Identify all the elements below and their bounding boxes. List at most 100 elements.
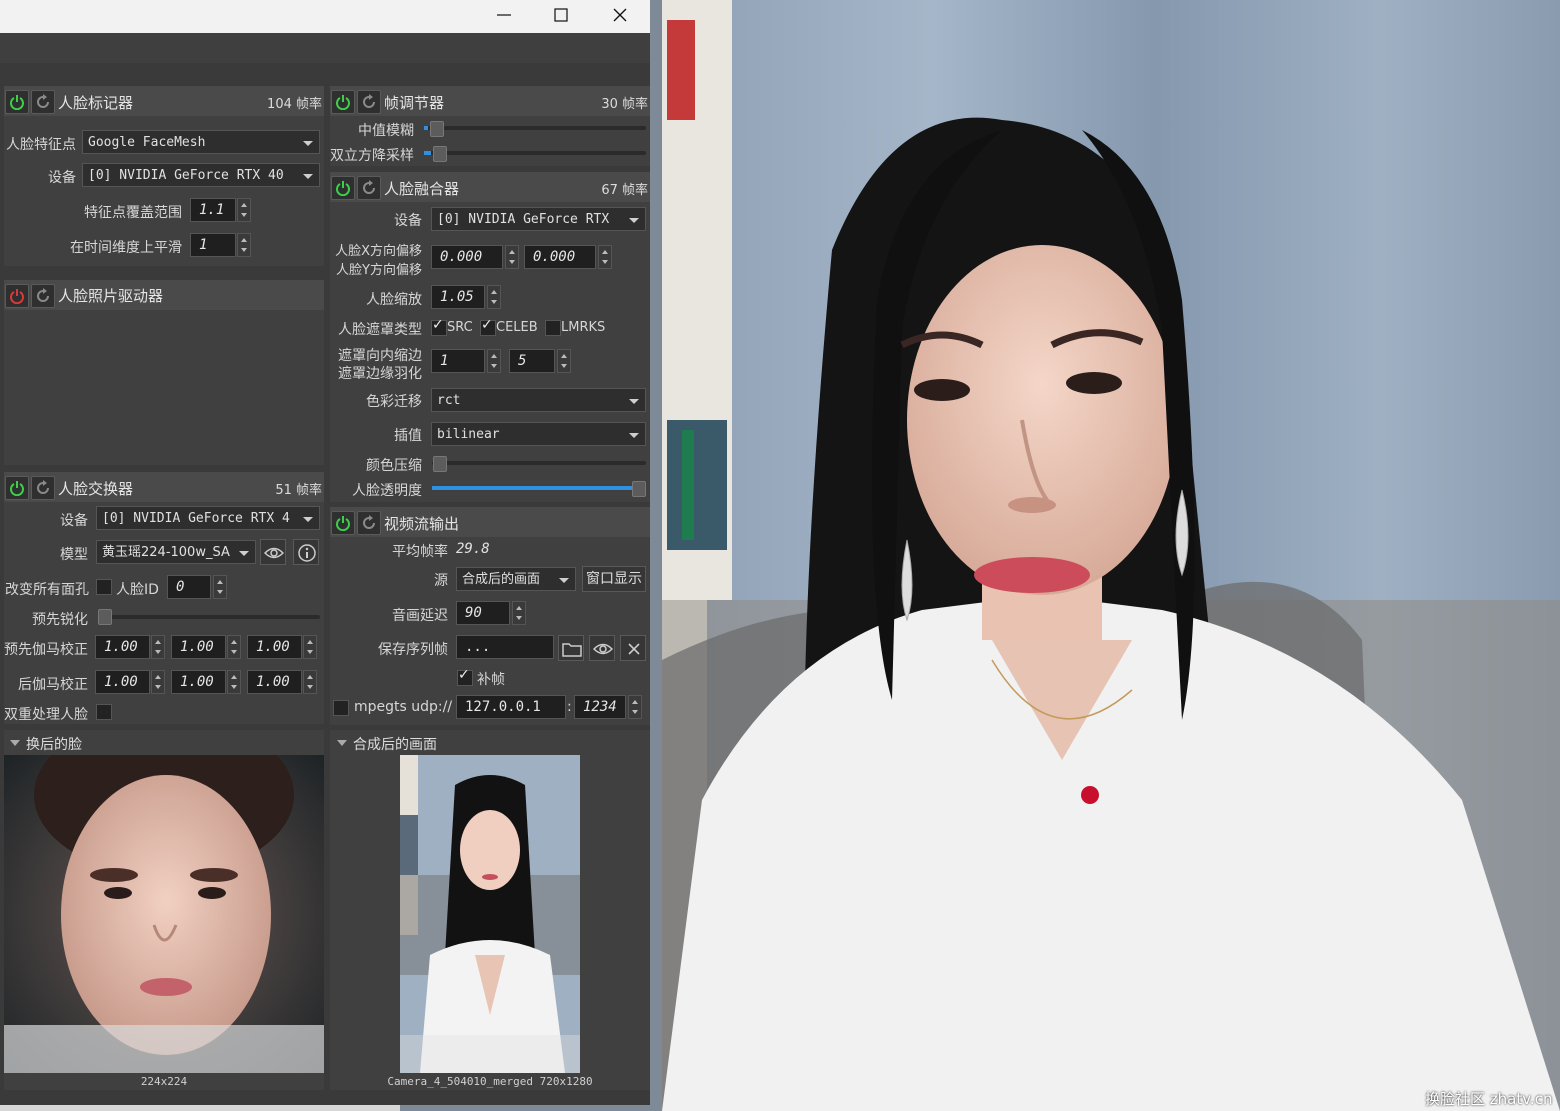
minimize-icon <box>497 14 511 16</box>
pregamma-g-arrows[interactable] <box>227 635 241 659</box>
landmarker-fps: 104 帧率 <box>267 97 322 112</box>
port-spinbox[interactable]: 1234 <box>574 695 626 719</box>
opacity-slider-handle[interactable] <box>632 481 646 497</box>
yoffset-label: 人脸Y方向偏移 <box>336 263 422 278</box>
twopass-checkbox[interactable] <box>96 704 112 720</box>
merger-reset-button[interactable] <box>357 176 381 200</box>
animator-power-button[interactable] <box>5 284 29 308</box>
postgamma-g-arrows[interactable] <box>227 670 241 694</box>
window-display-button[interactable]: 窗口显示 <box>582 566 646 592</box>
landmarker-device-select[interactable]: [0] NVIDIA GeForce RTX 40 <box>82 163 320 187</box>
frame-adjuster-power-button[interactable] <box>331 90 355 114</box>
mask-celeb-checkbox[interactable] <box>480 317 496 336</box>
color-transfer-select[interactable]: rct <box>431 388 646 412</box>
merger-power-button[interactable] <box>331 176 355 200</box>
model-info-button[interactable] <box>293 539 319 565</box>
mask-src-checkbox[interactable] <box>431 317 447 336</box>
collapse-icon[interactable] <box>10 740 20 746</box>
power-icon <box>10 289 24 304</box>
pregamma-r-spinbox[interactable]: 1.00 <box>95 635 150 659</box>
power-icon <box>10 481 24 496</box>
compress-label: 颜色压缩 <box>366 458 422 474</box>
postgamma-r-arrows[interactable] <box>151 670 165 694</box>
fill-frames-label: 补帧 <box>477 672 505 688</box>
postgamma-r-spinbox[interactable]: 1.00 <box>95 670 150 694</box>
blur-spin-arrows[interactable] <box>557 349 571 373</box>
bicubic-slider-fill <box>424 151 431 155</box>
pregamma-g-spinbox[interactable]: 1.00 <box>171 635 226 659</box>
frame-adjuster-reset-button[interactable] <box>357 90 381 114</box>
bicubic-slider-track[interactable] <box>424 151 646 155</box>
smooth-spinbox[interactable]: 1 <box>190 233 236 257</box>
swapper-device-select[interactable]: [0] NVIDIA GeForce RTX 4 <box>96 506 320 530</box>
delay-spinbox[interactable]: 90 <box>456 601 510 625</box>
compress-slider-handle[interactable] <box>433 456 447 472</box>
pregamma-r-arrows[interactable] <box>151 635 165 659</box>
reset-icon <box>37 288 49 302</box>
model-label: 模型 <box>60 547 88 563</box>
chevron-down-icon <box>559 578 569 583</box>
compress-slider-track[interactable] <box>432 461 646 465</box>
erode-spin-arrows[interactable] <box>487 349 501 373</box>
xoffset-label: 人脸X方向偏移 <box>335 244 422 259</box>
merger-device-select[interactable]: [0] NVIDIA GeForce RTX <box>431 207 646 231</box>
minimize-button[interactable] <box>475 0 533 30</box>
mpegts-checkbox[interactable] <box>333 700 349 716</box>
swapper-device-label: 设备 <box>60 513 88 529</box>
model-preview-button[interactable] <box>260 539 286 565</box>
landmarker-power-button[interactable] <box>5 90 29 114</box>
maximize-button[interactable] <box>532 0 590 30</box>
pregamma-b-arrows[interactable] <box>303 635 317 659</box>
interp-select[interactable]: bilinear <box>431 422 646 446</box>
scale-spinbox[interactable]: 1.05 <box>431 285 485 309</box>
yoffset-spin-arrows[interactable] <box>598 245 612 269</box>
swapper-reset-button[interactable] <box>31 476 55 500</box>
postgamma-b-spinbox[interactable]: 1.00 <box>247 670 302 694</box>
presharpen-slider-handle[interactable] <box>98 609 112 625</box>
stream-output-power-button[interactable] <box>331 511 355 535</box>
view-frames-button[interactable] <box>589 635 615 661</box>
blur-spinbox[interactable]: 5 <box>509 349 555 373</box>
source-select[interactable]: 合成后的画面 <box>456 567 576 591</box>
presharpen-slider-track[interactable] <box>100 615 320 619</box>
collapse-icon[interactable] <box>337 740 347 746</box>
mask-lmrks-checkbox[interactable] <box>545 320 561 336</box>
ip-input[interactable]: 127.0.0.1 <box>456 695 566 719</box>
merger-device-value: [0] NVIDIA GeForce RTX <box>437 212 610 227</box>
landmarks-select[interactable]: Google FaceMesh <box>82 130 320 154</box>
delay-spin-arrows[interactable] <box>512 601 526 625</box>
pregamma-b-spinbox[interactable]: 1.00 <box>247 635 302 659</box>
save-path-input[interactable]: ... <box>456 635 554 659</box>
landmarker-reset-button[interactable] <box>31 90 55 114</box>
xoffset-spinbox[interactable]: 0.000 <box>431 245 503 269</box>
clear-path-button[interactable] <box>620 635 646 661</box>
model-select[interactable]: 黄玉瑶224-100w_SA <box>96 540 256 564</box>
bicubic-slider-handle[interactable] <box>433 146 447 162</box>
stream-output-reset-button[interactable] <box>357 511 381 535</box>
smooth-spin-arrows[interactable] <box>237 233 251 257</box>
xoffset-spin-arrows[interactable] <box>505 245 519 269</box>
close-button[interactable] <box>591 0 649 30</box>
median-slider-track[interactable] <box>424 126 646 130</box>
erode-spinbox[interactable]: 1 <box>431 349 485 373</box>
face-id-spin-arrows[interactable] <box>213 575 227 599</box>
toolbar <box>0 33 650 63</box>
range-spinbox[interactable]: 1.1 <box>190 198 236 222</box>
median-slider-handle[interactable] <box>430 121 444 137</box>
postgamma-b-arrows[interactable] <box>303 670 317 694</box>
save-frames-label: 保存序列帧 <box>378 642 448 658</box>
scale-spin-arrows[interactable] <box>487 285 501 309</box>
face-id-spinbox[interactable]: 0 <box>167 575 211 599</box>
yoffset-spinbox[interactable]: 0.000 <box>524 245 596 269</box>
postgamma-g-spinbox[interactable]: 1.00 <box>171 670 226 694</box>
swap-all-label: 改变所有面孔 <box>5 582 89 598</box>
swap-all-checkbox[interactable] <box>96 579 112 595</box>
power-icon <box>336 516 350 531</box>
fill-frames-checkbox[interactable] <box>457 667 473 686</box>
port-spin-arrows[interactable] <box>628 695 642 719</box>
range-spin-arrows[interactable] <box>237 198 251 222</box>
swapper-power-button[interactable] <box>5 476 29 500</box>
animator-reset-button[interactable] <box>31 284 55 308</box>
open-folder-button[interactable] <box>558 635 584 661</box>
avg-fps-label: 平均帧率 <box>392 544 448 560</box>
